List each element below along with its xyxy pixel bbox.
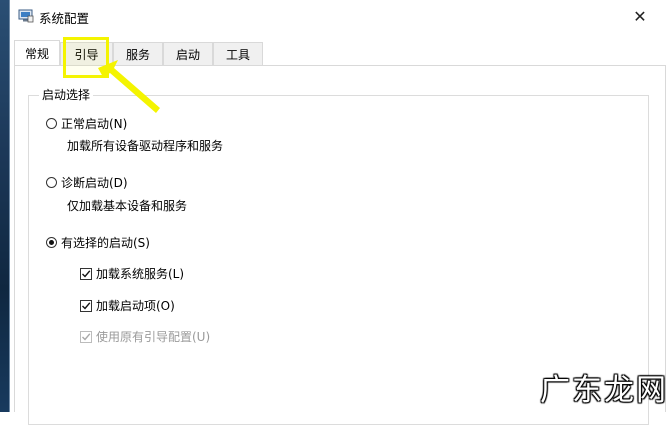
load-system-services-checkbox[interactable]: 加载系统服务(L) bbox=[80, 265, 184, 282]
diagnostic-startup-description: 仅加载基本设备和服务 bbox=[67, 199, 188, 213]
load-startup-items-label: 加载启动项(O) bbox=[96, 299, 175, 313]
checkbox-checked-icon bbox=[80, 299, 92, 312]
desktop-background bbox=[0, 0, 9, 412]
normal-startup-description: 加载所有设备驱动程序和服务 bbox=[67, 139, 224, 153]
radio-selected-icon bbox=[46, 237, 57, 248]
annotation-arrow-icon bbox=[98, 60, 160, 113]
window-title: 系统配置 bbox=[39, 11, 90, 26]
checkbox-checked-icon bbox=[80, 267, 92, 280]
title-bar[interactable]: 系统配置 ✕ bbox=[10, 0, 670, 33]
diagnostic-startup-radio[interactable]: 诊断启动(D) bbox=[46, 174, 128, 191]
diagnostic-startup-label: 诊断启动(D) bbox=[61, 176, 128, 190]
selective-startup-label: 有选择的启动(S) bbox=[61, 236, 150, 250]
tab-general[interactable]: 常规 bbox=[14, 40, 60, 65]
load-system-services-label: 加载系统服务(L) bbox=[96, 267, 185, 281]
startup-selection-label: 启动选择 bbox=[39, 86, 94, 103]
watermark-text: 广东龙网 bbox=[540, 373, 668, 408]
radio-unselected-icon bbox=[46, 177, 57, 188]
load-startup-items-checkbox[interactable]: 加载启动项(O) bbox=[80, 297, 175, 314]
system-config-window: 系统配置 ✕ 常规 引导 服务 启动 工具 启动选择 正常启动(N) 加载所有设… bbox=[9, 0, 670, 425]
use-original-boot-config-checkbox[interactable]: 使用原有引导配置(U) bbox=[80, 328, 210, 345]
radio-unselected-icon bbox=[46, 118, 57, 129]
tab-startup[interactable]: 启动 bbox=[163, 42, 213, 65]
use-original-boot-config-label: 使用原有引导配置(U) bbox=[96, 330, 211, 344]
system-config-app-icon bbox=[18, 9, 34, 23]
checkbox-checked-disabled-icon bbox=[80, 330, 92, 343]
tab-tools[interactable]: 工具 bbox=[213, 42, 263, 65]
close-button[interactable]: ✕ bbox=[625, 4, 655, 28]
close-icon: ✕ bbox=[633, 6, 647, 26]
selective-startup-radio[interactable]: 有选择的启动(S) bbox=[46, 234, 150, 251]
